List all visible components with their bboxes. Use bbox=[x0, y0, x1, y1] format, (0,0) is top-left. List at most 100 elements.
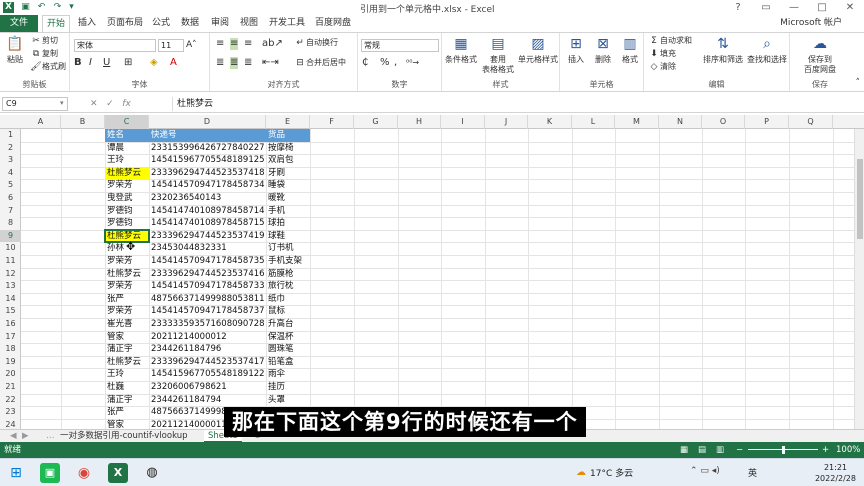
name-cell[interactable]: 杜熊梦云 bbox=[105, 268, 149, 281]
bold-button[interactable]: B bbox=[74, 57, 82, 69]
save-icon[interactable]: ▣ bbox=[20, 2, 31, 13]
cell-styles-button[interactable]: ▨ 单元格样式 bbox=[518, 35, 558, 65]
row-header-5[interactable]: 5 bbox=[0, 179, 21, 192]
row-header-1[interactable]: 1 bbox=[0, 129, 21, 142]
format-painter-button[interactable]: 🖌格式刷 bbox=[30, 61, 66, 73]
goods-cell[interactable]: 鼠标 bbox=[266, 305, 310, 318]
goods-cell[interactable]: 筋膜枪 bbox=[266, 268, 310, 281]
name-cell[interactable]: 杜巍 bbox=[105, 381, 149, 394]
align-bottom-icon[interactable]: ≡ bbox=[244, 38, 252, 50]
name-cell[interactable]: 罗荣芳 bbox=[105, 255, 149, 268]
column-header-n[interactable]: N bbox=[659, 115, 702, 129]
tab-home[interactable]: 开始 bbox=[42, 15, 71, 32]
view-layout-icon[interactable]: ▤ bbox=[698, 442, 706, 458]
borders-icon[interactable]: ⊞ bbox=[124, 57, 132, 69]
tab-baidu-netdisk[interactable]: 百度网盘 bbox=[311, 15, 355, 32]
ribbon-display-button[interactable]: ▭ bbox=[752, 0, 780, 15]
comma-button[interactable]: , bbox=[394, 57, 397, 69]
goods-cell[interactable]: 雨伞 bbox=[266, 368, 310, 381]
row-header-18[interactable]: 18 bbox=[0, 343, 21, 356]
goods-cell[interactable]: 升高台 bbox=[266, 318, 310, 331]
tracking-cell[interactable]: 145414570947178458737 bbox=[149, 305, 266, 318]
column-header-g[interactable]: G bbox=[354, 115, 398, 129]
tracking-cell[interactable]: 2344261184794 bbox=[149, 394, 266, 407]
view-pagebreak-icon[interactable]: ▥ bbox=[716, 442, 724, 458]
font-size-box[interactable]: 11 bbox=[158, 39, 184, 52]
align-left-icon[interactable]: ≣ bbox=[216, 57, 224, 69]
row-header-3[interactable]: 3 bbox=[0, 154, 21, 167]
zoom-in-icon[interactable]: + bbox=[822, 442, 829, 458]
name-cell[interactable]: 罗荣芳 bbox=[105, 305, 149, 318]
input-language[interactable]: 英 bbox=[748, 466, 757, 479]
goods-cell[interactable]: 球拍 bbox=[266, 217, 310, 230]
tab-insert[interactable]: 插入 bbox=[74, 15, 100, 32]
tracking-cell[interactable]: 233333593571608090728 bbox=[149, 318, 266, 331]
undo-icon[interactable]: ↶ bbox=[36, 2, 47, 13]
goods-cell[interactable]: 双肩包 bbox=[266, 154, 310, 167]
row-header-17[interactable]: 17 bbox=[0, 331, 21, 344]
currency-icon[interactable]: ₵ bbox=[362, 57, 368, 69]
underline-button[interactable]: U bbox=[103, 57, 110, 69]
tab-data[interactable]: 数据 bbox=[177, 15, 203, 32]
goods-cell[interactable]: 按摩椅 bbox=[266, 142, 310, 155]
tracking-cell[interactable]: 487566371499988053811 bbox=[149, 293, 266, 306]
column-header-f[interactable]: F bbox=[310, 115, 354, 129]
chrome-icon[interactable]: ◉ bbox=[74, 463, 94, 483]
autosum-button[interactable]: Σ 自动求和 bbox=[648, 35, 692, 47]
percent-button[interactable]: % bbox=[380, 57, 390, 69]
goods-cell[interactable]: 旅行枕 bbox=[266, 280, 310, 293]
row-header-24[interactable]: 24 bbox=[0, 419, 21, 429]
align-middle-icon[interactable]: ≡ bbox=[230, 38, 239, 50]
name-cell[interactable]: 张严 bbox=[105, 406, 149, 419]
tab-review[interactable]: 审阅 bbox=[207, 15, 233, 32]
goods-cell[interactable]: 圆珠笔 bbox=[266, 343, 310, 356]
name-cell[interactable]: 曳登武 bbox=[105, 192, 149, 205]
tracking-cell[interactable]: 20211214000012 bbox=[149, 331, 266, 344]
app-dark-icon[interactable]: ◍ bbox=[142, 463, 162, 483]
name-cell[interactable]: 罗德钧 bbox=[105, 205, 149, 218]
close-button[interactable]: ✕ bbox=[836, 0, 864, 15]
account-menu[interactable]: Microsoft 帐户 bbox=[780, 15, 842, 32]
goods-cell[interactable]: 头罩 bbox=[266, 394, 310, 407]
orientation-icon[interactable]: ab↗ bbox=[262, 38, 283, 50]
windows-start-icon[interactable]: ⊞ bbox=[6, 463, 26, 483]
row-header-16[interactable]: 16 bbox=[0, 318, 21, 331]
tab-developer[interactable]: 开发工具 bbox=[265, 15, 309, 32]
app-green-icon[interactable]: ▣ bbox=[40, 463, 60, 483]
paste-button[interactable]: 📋 粘贴 bbox=[4, 35, 26, 65]
save-to-baidu-button[interactable]: ☁ 保存到 百度网盘 bbox=[792, 35, 848, 75]
scroll-thumb[interactable] bbox=[857, 159, 863, 239]
column-header-q[interactable]: Q bbox=[789, 115, 833, 129]
goods-cell[interactable]: 手机支架 bbox=[266, 255, 310, 268]
row-header-12[interactable]: 12 bbox=[0, 268, 21, 281]
column-header-i[interactable]: I bbox=[441, 115, 485, 129]
collapse-ribbon-icon[interactable]: ˄ bbox=[856, 77, 861, 89]
column-header-m[interactable]: M bbox=[615, 115, 659, 129]
name-cell[interactable]: 张严 bbox=[105, 293, 149, 306]
name-cell[interactable]: 王玲 bbox=[105, 368, 149, 381]
insert-cells-button[interactable]: ⊞ 插入 bbox=[564, 35, 588, 65]
goods-cell[interactable]: 牙刷 bbox=[266, 167, 310, 180]
minimize-button[interactable]: — bbox=[780, 0, 808, 15]
row-header-6[interactable]: 6 bbox=[0, 192, 21, 205]
tracking-cell[interactable]: 145415967705548189122 bbox=[149, 368, 266, 381]
row-header-22[interactable]: 22 bbox=[0, 394, 21, 407]
column-header-d[interactable]: D bbox=[149, 115, 266, 129]
tracking-cell[interactable]: 145414570947178458733 bbox=[149, 280, 266, 293]
excel-taskbar-icon[interactable]: X bbox=[108, 463, 128, 483]
name-cell[interactable]: 杜熊梦云 bbox=[105, 166, 149, 180]
tab-view[interactable]: 视图 bbox=[236, 15, 262, 32]
align-right-icon[interactable]: ≣ bbox=[244, 57, 252, 69]
wrap-text-button[interactable]: ↵ 自动换行 bbox=[294, 37, 338, 49]
row-header-2[interactable]: 2 bbox=[0, 142, 21, 155]
system-clock[interactable]: 21:21 2022/2/28 bbox=[815, 462, 856, 484]
number-format-box[interactable]: 常规 bbox=[361, 39, 439, 52]
grow-font-icon[interactable]: A˄ bbox=[186, 39, 197, 51]
insert-function-icon[interactable]: fx bbox=[122, 99, 131, 109]
column-header-o[interactable]: O bbox=[702, 115, 745, 129]
row-header-19[interactable]: 19 bbox=[0, 356, 21, 369]
row-header-15[interactable]: 15 bbox=[0, 305, 21, 318]
name-box[interactable]: C9 bbox=[2, 97, 68, 111]
tracking-cell[interactable]: 145415967705548189125 bbox=[149, 154, 266, 167]
tracking-cell[interactable]: 233396294744523537418 bbox=[149, 167, 266, 180]
